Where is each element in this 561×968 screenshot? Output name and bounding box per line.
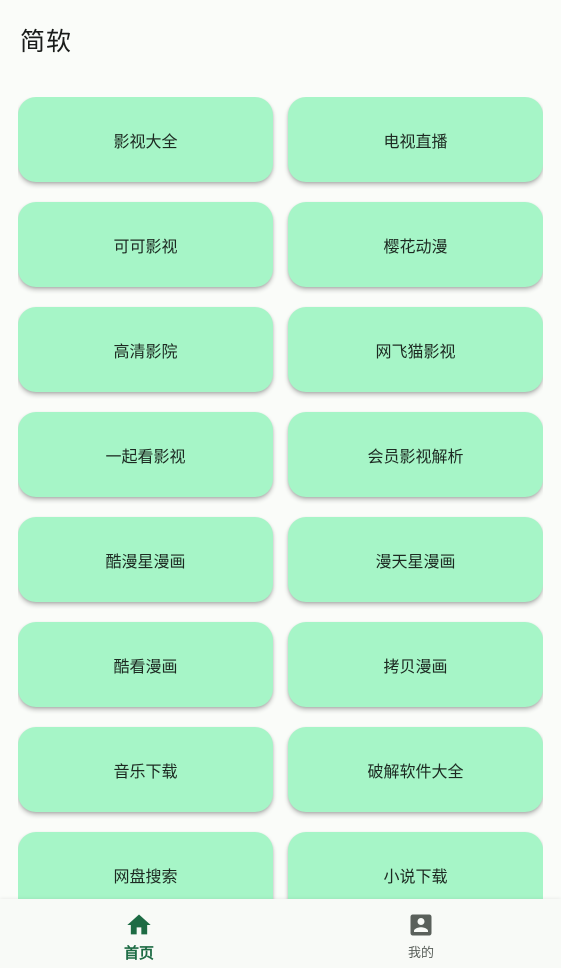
tile-9[interactable]: 漫天星漫画	[288, 517, 543, 602]
tile-10[interactable]: 酷看漫画	[18, 622, 273, 707]
tile-8[interactable]: 酷漫星漫画	[18, 517, 273, 602]
nav-mine[interactable]: 我的	[341, 899, 501, 968]
tile-6[interactable]: 一起看影视	[18, 412, 273, 497]
tile-2[interactable]: 可可影视	[18, 202, 273, 287]
tile-15[interactable]: 小说下载	[288, 832, 543, 899]
tile-4[interactable]: 高清影院	[18, 307, 273, 392]
nav-home[interactable]: 首页	[59, 899, 219, 968]
tile-12[interactable]: 音乐下载	[18, 727, 273, 812]
tile-7[interactable]: 会员影视解析	[288, 412, 543, 497]
tile-1[interactable]: 电视直播	[288, 97, 543, 182]
nav-home-label: 首页	[123, 944, 154, 962]
tile-13[interactable]: 破解软件大全	[288, 727, 543, 812]
nav-mine-label: 我的	[407, 946, 434, 961]
account-box-icon	[410, 914, 432, 936]
app-screen: 简软 影视大全 电视直播 可可影视 樱花动漫 高清影院 网飞猫影视 一起看影视 …	[0, 0, 561, 968]
tile-5[interactable]: 网飞猫影视	[288, 307, 543, 392]
app-grid: 影视大全 电视直播 可可影视 樱花动漫 高清影院 网飞猫影视 一起看影视 会员影…	[18, 97, 543, 899]
page-title: 简软	[20, 27, 73, 56]
tile-3[interactable]: 樱花动漫	[288, 202, 543, 287]
home-icon	[127, 914, 151, 935]
tile-11[interactable]: 拷贝漫画	[288, 622, 543, 707]
bottom-navigation: 首页 我的	[0, 899, 561, 968]
tile-0[interactable]: 影视大全	[18, 97, 273, 182]
tile-14[interactable]: 网盘搜索	[18, 832, 273, 899]
